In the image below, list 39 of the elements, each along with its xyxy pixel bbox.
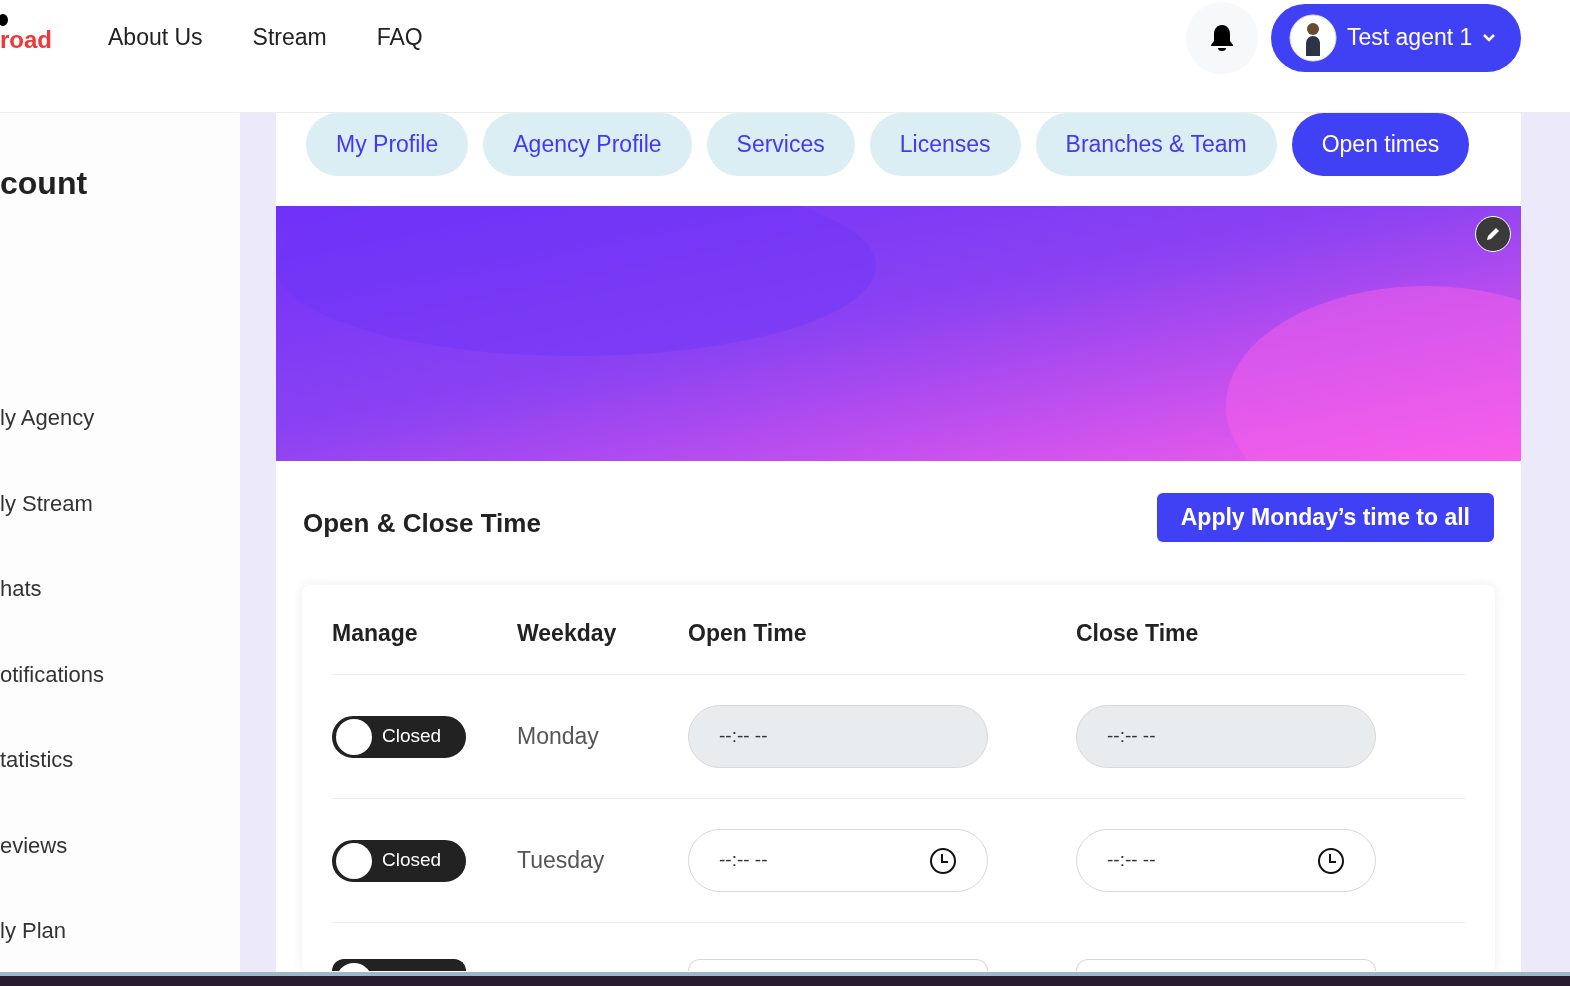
avatar-icon [1289, 13, 1337, 62]
tab[interactable]: Open times [1291, 113, 1470, 176]
bell-icon [1208, 22, 1236, 53]
toggle-switch[interactable]: Closed [332, 715, 466, 758]
clock-icon[interactable] [929, 846, 957, 875]
apply-button[interactable]: Apply Monday’s time to all [1156, 493, 1494, 542]
pencil-icon [1485, 226, 1501, 242]
user-menu-button[interactable]: Test agent 1 [1271, 3, 1521, 72]
sidebar-item[interactable]: ly Plan [0, 918, 240, 944]
chevron-down-icon [1482, 32, 1497, 43]
sidebar-title: count [0, 164, 88, 203]
weekday-label: Tuesday [517, 846, 606, 876]
sidebar-item[interactable]: ly Agency [0, 405, 240, 431]
logo-mark-icon [0, 11, 10, 28]
nav-link[interactable]: About Us [108, 20, 203, 55]
sidebar-item[interactable]: tatistics [0, 747, 240, 773]
sidebar-item[interactable]: otifications [0, 661, 240, 687]
time-field[interactable]: --:-- -- [1076, 829, 1376, 892]
tab[interactable]: Agency Profile [483, 113, 692, 176]
column-header: Weekday [517, 619, 618, 649]
nav-link[interactable]: FAQ [376, 20, 423, 55]
toggle-switch[interactable]: Closed [332, 839, 466, 882]
tab[interactable]: Branches & Team [1035, 113, 1277, 176]
column-header: Close Time [1076, 619, 1199, 649]
logo-text[interactable]: road [0, 27, 52, 52]
tab[interactable]: Services [706, 113, 855, 176]
sidebar-item[interactable]: eviews [0, 832, 240, 858]
weekday-label: Monday [517, 722, 600, 752]
section-title: Open & Close Time [303, 507, 541, 540]
sidebar-item[interactable]: ly Stream [0, 490, 240, 516]
tab[interactable]: My Profile [306, 113, 469, 176]
clock-icon[interactable] [1317, 846, 1345, 875]
tab[interactable]: Licenses [869, 113, 1021, 176]
toggle-switch[interactable] [332, 959, 466, 971]
column-header: Manage [332, 619, 419, 649]
time-field[interactable]: --:-- -- [688, 829, 988, 892]
nav-link[interactable]: Stream [252, 20, 327, 55]
sidebar-item[interactable]: hats [0, 576, 240, 602]
column-header: Open Time [688, 619, 808, 649]
